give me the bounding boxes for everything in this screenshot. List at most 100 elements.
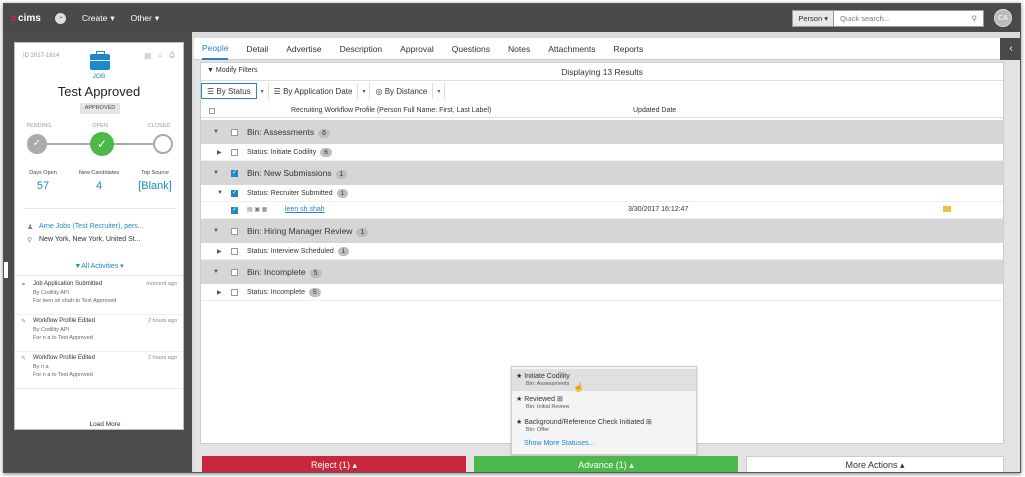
menu-item-background-check[interactable]: ★ Background/Reference Check Initiated ⊞…: [512, 415, 696, 437]
chevron-down-icon[interactable]: ▾: [433, 83, 446, 99]
collapse-arrow-icon[interactable]: ▼: [213, 129, 219, 135]
expand-arrow-icon[interactable]: ▶: [217, 248, 222, 255]
show-more-statuses-link[interactable]: Show More Statuses...: [524, 440, 594, 447]
all-activities-filter[interactable]: ▼All Activities ▾: [15, 262, 183, 270]
updated-date: 3/30/2017 16:12:47: [628, 206, 689, 213]
list-icon: ☰: [273, 86, 281, 96]
copy-icon[interactable]: ▤: [145, 52, 152, 60]
row-checkbox[interactable]: [231, 289, 238, 296]
reject-button[interactable]: Reject (1) ▴: [202, 456, 466, 472]
load-more-button[interactable]: Load More: [85, 421, 125, 428]
view-by-status[interactable]: ☰ By Status: [201, 83, 257, 99]
tab-description[interactable]: Description: [340, 39, 383, 59]
column-updated[interactable]: Updated Date: [633, 107, 676, 114]
tab-approval[interactable]: Approval: [400, 39, 434, 59]
view-by-distance[interactable]: ◎ By Distance: [370, 83, 434, 99]
row-checkbox[interactable]: [231, 206, 238, 214]
row-checkbox[interactable]: [231, 169, 238, 177]
record-type: JOB: [92, 73, 106, 80]
chevron-down-icon[interactable]: ▾: [358, 83, 371, 99]
print-icon[interactable]: ⎙: [169, 52, 175, 60]
collapse-panel-button[interactable]: ‹: [1000, 38, 1020, 60]
create-menu[interactable]: Create ▾: [82, 13, 115, 24]
left-panel: ID 2017-1614 ▤ ⌂ ⎙ JOB Test Approved APP…: [4, 32, 192, 472]
status-popup-menu: ★ Initiate Codility Bin: Assessments ☝ ★…: [511, 366, 697, 455]
expand-arrow-icon[interactable]: ▶: [217, 149, 222, 156]
search-type-select[interactable]: Person ▾: [792, 9, 834, 27]
row-checkbox[interactable]: [231, 149, 238, 156]
more-actions-button[interactable]: More Actions ▴: [746, 456, 1004, 472]
briefcase-icon: [90, 51, 110, 70]
row-checkbox[interactable]: [231, 269, 238, 276]
collapse-arrow-icon[interactable]: ▼: [217, 190, 223, 196]
check-icon: ✓: [27, 134, 47, 154]
row-checkbox[interactable]: [231, 248, 238, 255]
folder-icon[interactable]: [943, 206, 951, 212]
menu-item-initiate-codility[interactable]: ★ Initiate Codility Bin: Assessments ☝: [512, 369, 696, 392]
tab-advertise[interactable]: Advertise: [286, 39, 321, 59]
status-pipeline: ✓ ✓: [27, 132, 173, 156]
row-checkbox[interactable]: [231, 228, 238, 235]
main-area: People Detail Advertise Description Appr…: [194, 38, 1020, 472]
candidate-row[interactable]: ▤ ▣ ▦ leen sh shah 3/30/2017 16:12:47: [201, 202, 1003, 219]
location-text: New York, New York, United St...: [39, 236, 141, 243]
filter-bar: ▼ Modify Filters Displaying 13 Results: [201, 63, 1003, 81]
plus-box-icon: ⊞: [556, 396, 563, 403]
star-icon: ★: [516, 396, 523, 403]
tab-attachments[interactable]: Attachments: [548, 39, 595, 59]
chevron-down-icon[interactable]: ▾: [257, 83, 269, 99]
tab-reports[interactable]: Reports: [613, 39, 643, 59]
expand-arrow-icon[interactable]: ▶: [217, 289, 222, 296]
link-icon: ⚭: [21, 282, 27, 288]
check-icon: ✓: [90, 132, 114, 156]
row-checkbox[interactable]: [231, 189, 238, 197]
stat-new-candidates[interactable]: New Candidates 4: [71, 170, 127, 192]
target-icon: ◎: [375, 86, 383, 96]
bin-row[interactable]: ▼ Bin: Hiring Manager Review 1: [201, 219, 1003, 243]
status-row[interactable]: ▶ Status: Interview Scheduled 1: [201, 243, 1003, 260]
bin-row[interactable]: ▼ Bin: Incomplete 5: [201, 260, 1003, 284]
select-all-checkbox[interactable]: [209, 108, 215, 114]
page-title: Test Approved: [57, 84, 141, 99]
activity-item: ✎ Workflow Profile Edited 2 hours ago By…: [15, 316, 183, 352]
tab-detail[interactable]: Detail: [246, 39, 268, 59]
tab-questions[interactable]: Questions: [452, 39, 490, 59]
stat-top-source[interactable]: Top Source [Blank]: [127, 170, 183, 192]
collapse-arrow-icon[interactable]: ▼: [213, 170, 219, 176]
tab-people[interactable]: People: [202, 38, 229, 60]
collapse-arrow-icon[interactable]: ▼: [213, 269, 219, 275]
stat-days-open: Days Open 57: [29, 170, 57, 192]
view-switcher: ☰ By Status ▾ ☰ By Application Date ▾ ◎ …: [201, 82, 446, 100]
status-row[interactable]: ▶ Status: Initiate Codility 6: [201, 144, 1003, 161]
advance-button[interactable]: Advance (1) ▴: [474, 456, 738, 472]
status-row[interactable]: ▼ Status: Recruiter Submitted1: [201, 185, 1003, 202]
document-icon[interactable]: ▤ ▣ ▦: [247, 206, 267, 213]
owner-link[interactable]: Arne Jobs (Test Recruiter), pers...: [39, 223, 144, 230]
star-icon: ★: [516, 419, 523, 426]
star-icon: ★: [516, 373, 523, 380]
tab-notes[interactable]: Notes: [508, 39, 530, 59]
avatar[interactable]: CA: [994, 9, 1012, 27]
record-card: ID 2017-1614 ▤ ⌂ ⎙ JOB Test Approved APP…: [14, 42, 184, 430]
activity-item: ⚭ Job Application Submitted moment ago B…: [15, 279, 183, 315]
record-id: ID 2017-1614: [23, 53, 60, 59]
app-logo[interactable]: > cims: [10, 11, 41, 25]
dashboard-icon[interactable]: ◔: [54, 12, 66, 24]
quick-search-input[interactable]: Quick search... ⚲: [834, 9, 984, 27]
bin-row[interactable]: ▼ Bin: Assessments 6: [201, 120, 1003, 144]
location-icon: ⚲: [27, 237, 33, 244]
top-bar: > cims ◔ Create ▾ Other ▾ Person ▾ Quick se…: [4, 4, 1020, 32]
status-row[interactable]: ▶ Status: Incomplete 5: [201, 284, 1003, 301]
tab-bar: People Detail Advertise Description Appr…: [194, 38, 1020, 60]
search-icon[interactable]: ⚲: [972, 14, 978, 23]
lock-icon[interactable]: ⌂: [158, 52, 162, 60]
bin-row[interactable]: ▼ Bin: New Submissions1: [201, 161, 1003, 185]
panel-handle[interactable]: [4, 262, 8, 278]
collapse-arrow-icon[interactable]: ▼: [213, 228, 219, 234]
other-menu[interactable]: Other ▾: [131, 13, 160, 24]
menu-item-reviewed[interactable]: ★ Reviewed ⊞ Bin: Initial Review: [512, 392, 696, 414]
column-profile[interactable]: Recruiting Workflow Profile (Person Full…: [291, 107, 491, 114]
candidate-link[interactable]: leen sh shah: [285, 206, 325, 213]
view-by-application-date[interactable]: ☰ By Application Date: [269, 83, 359, 99]
row-checkbox[interactable]: [231, 129, 238, 136]
